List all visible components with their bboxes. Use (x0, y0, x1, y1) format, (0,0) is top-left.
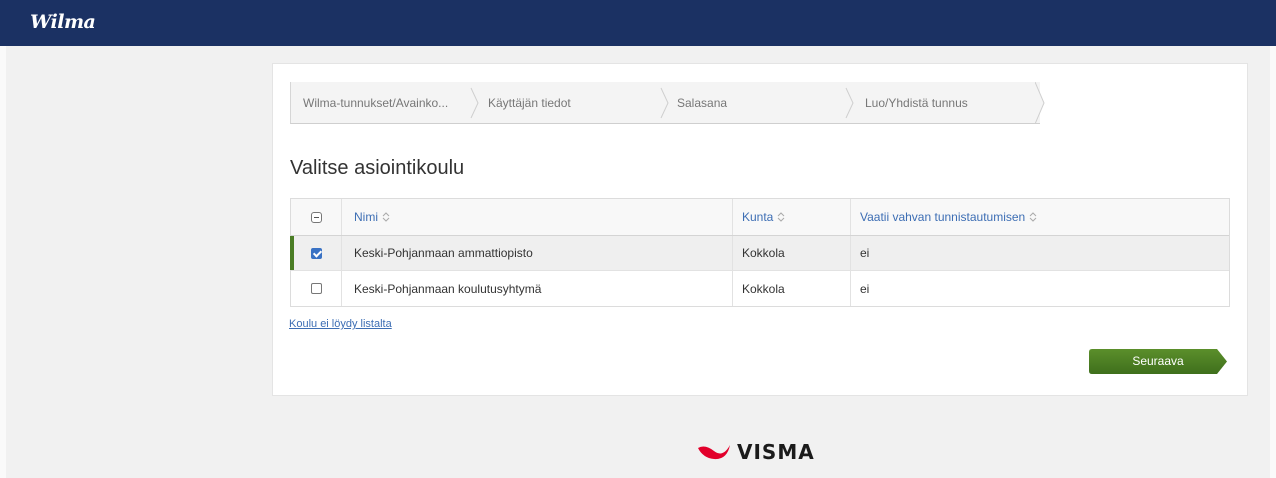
next-button-label: Seuraava (1132, 354, 1184, 368)
cell-name: Keski-Pohjanmaan koulutusyhtymä (341, 271, 731, 306)
visma-swoosh-icon (698, 445, 730, 460)
chevron-right-icon (470, 87, 479, 119)
wizard-step-3[interactable]: Salasana (677, 82, 727, 124)
wilma-logo[interactable]: Wilma (30, 11, 96, 33)
row-checkbox[interactable] (310, 247, 322, 259)
cell-strong-auth: ei (850, 271, 1229, 306)
next-button[interactable]: Seuraava (1089, 349, 1227, 374)
chevron-right-icon (845, 87, 854, 119)
page-edge-right (1270, 46, 1276, 478)
wizard-step-2[interactable]: Käyttäjän tiedot (488, 82, 571, 124)
wizard-step-4[interactable]: Luo/Yhdistä tunnus (865, 82, 968, 124)
chevron-right-icon (1035, 82, 1045, 124)
column-label: Kunta (742, 210, 774, 224)
select-all-cell[interactable] (291, 199, 341, 235)
page-title: Valitse asiointikoulu (290, 157, 465, 179)
wizard-step-1[interactable]: Wilma-tunnukset/Avainko... (303, 82, 448, 124)
column-header-kunta[interactable]: Kunta (732, 199, 850, 235)
select-all-checkbox[interactable] (310, 211, 322, 223)
row-checkbox-cell[interactable] (291, 271, 341, 306)
wizard-steps: Wilma-tunnukset/Avainko... Käyttäjän tie… (290, 82, 1045, 124)
column-header-name[interactable]: Nimi (341, 199, 731, 235)
row-checkbox[interactable] (310, 283, 322, 294)
table-header: Nimi Kunta Vaatii vahvan tunnistautumise… (291, 199, 1229, 236)
sort-icon (778, 212, 785, 222)
visma-logo: VISMA (697, 437, 815, 467)
visma-wordmark: VISMA (737, 440, 815, 464)
page-edge-left (0, 46, 6, 478)
cell-strong-auth: ei (850, 236, 1229, 270)
table-row[interactable]: Keski-Pohjanmaan koulutusyhtymä Kokkola … (291, 271, 1229, 306)
sort-icon (382, 212, 390, 222)
cell-kunta: Kokkola (732, 236, 850, 270)
main-card: Wilma-tunnukset/Avainko... Käyttäjän tie… (272, 63, 1248, 396)
top-bar: Wilma (0, 0, 1276, 46)
column-label: Vaatii vahvan tunnistautumisen (860, 210, 1026, 224)
column-label: Nimi (354, 210, 378, 224)
school-not-found-link[interactable]: Koulu ei löydy listalta (289, 318, 392, 330)
school-table: Nimi Kunta Vaatii vahvan tunnistautumise… (290, 198, 1230, 307)
cell-name: Keski-Pohjanmaan ammattiopisto (341, 236, 731, 270)
column-header-strong-auth[interactable]: Vaatii vahvan tunnistautumisen (850, 199, 1229, 235)
table-row[interactable]: Keski-Pohjanmaan ammattiopisto Kokkola e… (290, 236, 1229, 271)
chevron-right-icon (660, 87, 669, 119)
sort-icon (1029, 212, 1037, 222)
row-checkbox-cell[interactable] (291, 236, 341, 270)
cell-kunta: Kokkola (732, 271, 850, 306)
